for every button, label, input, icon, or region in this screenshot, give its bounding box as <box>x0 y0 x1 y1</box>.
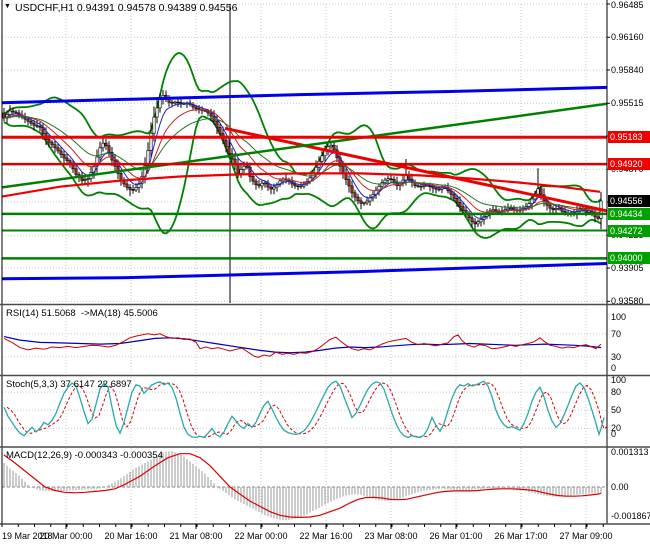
ma-ribbon <box>3 103 602 219</box>
trading-chart-window: ▼ USDCHF,H1 0.94391 0.94578 0.94389 0.94… <box>0 0 650 550</box>
price-tick-label: 0.93905 <box>611 263 644 274</box>
stoch-tick-label: 80 <box>611 387 622 398</box>
rsi-tick-label: 30 <box>611 351 622 362</box>
stoch-tick-label: 50 <box>611 405 622 416</box>
rsi-indicator-label: RSI(14) 51.5068 ->MA(18) 45.5006 <box>6 308 158 319</box>
price-level-badge: 0.94556 <box>608 195 650 208</box>
rsi-tick-label: 0 <box>611 363 617 373</box>
stoch-tick-label: 0 <box>611 429 617 439</box>
time-axis-label: 21 Mar 08:00 <box>169 531 223 541</box>
blue-upper-line <box>2 85 607 105</box>
price-tick-label: 0.95515 <box>611 98 644 109</box>
price-level-badge: 0.94000 <box>608 252 650 265</box>
time-axis-label: 22 Mar 16:00 <box>299 531 353 541</box>
macd-tick-label: -0.001867 <box>611 511 650 521</box>
time-axis-label: 22 Mar 00:00 <box>234 531 288 541</box>
price-level-badge: 0.95183 <box>608 131 650 144</box>
price-tick-label: 0.95840 <box>611 65 644 75</box>
time-axis-label: 26 Mar 01:00 <box>429 531 483 541</box>
price-tick-label: 0.96485 <box>611 0 644 10</box>
time-axis-label: 23 Mar 08:00 <box>364 531 418 541</box>
time-axis-label: 26 Mar 17:00 <box>494 531 548 541</box>
price-level-badge: 0.94434 <box>608 207 650 220</box>
blue-lower-line <box>2 262 607 281</box>
stoch-tick-label: 100 <box>611 375 627 385</box>
time-axis-label: 20 Mar 16:00 <box>104 531 158 541</box>
chart-canvas[interactable] <box>0 0 650 550</box>
symbol-dropdown-icon[interactable]: ▼ <box>4 3 11 10</box>
rsi-tick-label: 70 <box>611 328 622 339</box>
chart-title: USDCHF,H1 0.94391 0.94578 0.94389 0.9455… <box>15 2 238 14</box>
rsi-tick-label: 100 <box>611 311 627 322</box>
time-axis-label: 27 Mar 09:00 <box>559 531 613 541</box>
price-tick-label: 0.93580 <box>611 296 644 307</box>
price-level-badge: 0.94920 <box>608 158 650 171</box>
price-tick-label: 0.96160 <box>611 32 644 43</box>
time-axis-label: 20 Mar 00:00 <box>39 531 93 541</box>
macd-panel[interactable] <box>3 451 602 521</box>
grid-lines <box>2 3 607 523</box>
macd-tick-label: 0.00 <box>611 482 629 492</box>
rsi-panel[interactable] <box>3 333 602 358</box>
macd-tick-label: 0.001313 <box>611 447 649 457</box>
price-level-badge: 0.94272 <box>608 224 650 237</box>
macd-indicator-label: MACD(12,26,9) -0.000343 -0.000354 <box>6 450 163 461</box>
stochastic-indicator-label: Stoch(5,3,3) 37.6147 22.6897 <box>6 379 132 390</box>
